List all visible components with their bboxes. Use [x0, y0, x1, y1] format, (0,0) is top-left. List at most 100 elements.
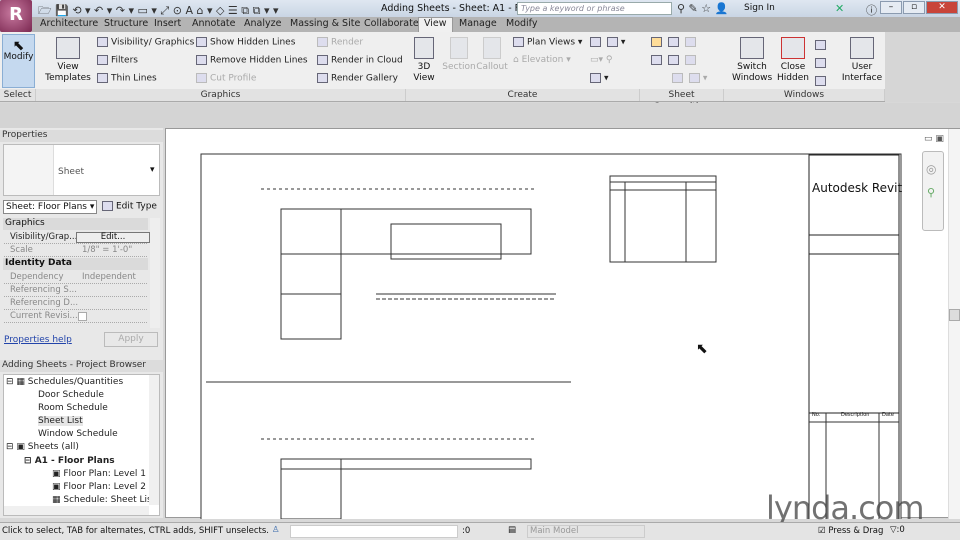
section-button[interactable]: Section	[442, 37, 476, 73]
tab-insert[interactable]: Insert	[154, 18, 181, 29]
callout-button[interactable]: Callout	[476, 37, 508, 73]
workset-dropdown[interactable]	[290, 525, 458, 538]
group-identity-data[interactable]: Identity Data	[3, 258, 148, 270]
tab-architecture[interactable]: Architecture	[40, 18, 98, 29]
elevation-button[interactable]: ⌂ Elevation ▾	[513, 55, 571, 65]
properties-help-link[interactable]: Properties help	[4, 335, 72, 345]
tree-item[interactable]: Door Schedule	[38, 390, 104, 400]
section-icon	[450, 37, 468, 59]
application-menu-button[interactable]: R	[0, 0, 32, 32]
panel-graphics: Graphics	[36, 89, 406, 101]
tab-manage[interactable]: Manage	[459, 18, 497, 29]
press-drag-checkbox[interactable]: ☑ Press & Drag	[818, 526, 883, 536]
drawing-canvas[interactable]: Autodesk Revit No. Description Date ⬉ ▭ …	[165, 128, 960, 527]
render-cloud-button[interactable]: Render in Cloud	[317, 55, 403, 66]
3d-view-button[interactable]: 3D View	[410, 37, 438, 84]
toolbar-spacer	[0, 103, 960, 128]
close-button[interactable]: ✕	[926, 1, 958, 14]
tab-annotate[interactable]: Annotate	[192, 18, 235, 29]
filters-button[interactable]: Filters	[97, 55, 138, 66]
exchange-icon[interactable]: ✕	[835, 2, 844, 15]
design-option-dropdown[interactable]: Main Model	[527, 525, 645, 538]
restore-button[interactable]: ▫	[903, 1, 925, 14]
browser-hscrollbar[interactable]	[4, 506, 149, 515]
show-hidden-lines-button[interactable]: Show Hidden Lines	[196, 37, 295, 48]
label: Show Hidden Lines	[210, 37, 296, 48]
design-options-icon[interactable]: ▤	[508, 525, 516, 535]
close-hidden-button[interactable]: Close Hidden	[775, 37, 811, 84]
navigation-bar[interactable]: ◎ ⚲	[922, 151, 944, 231]
zoom-icon[interactable]: ⚲	[927, 186, 939, 199]
selector-value: Sheet: Floor Plans	[6, 202, 87, 212]
mouse-cursor-icon: ⬉	[696, 341, 708, 357]
label: Plan Views	[527, 37, 576, 48]
tree-item[interactable]: ▣ Floor Plan: Level 1	[52, 469, 146, 479]
help-icon[interactable]: ⓘ	[866, 2, 877, 18]
tree-item[interactable]: ⊟ ▦ Schedules/Quantities	[6, 377, 123, 387]
project-browser-tree: ⊟ ▦ Schedules/Quantities Door Schedule R…	[3, 374, 160, 516]
minimize-button[interactable]: –	[880, 1, 902, 14]
render-gallery-button[interactable]: Render Gallery	[317, 73, 398, 84]
render-button[interactable]: Render	[317, 37, 363, 48]
user-interface-icon	[850, 37, 874, 59]
label: Render Gallery	[331, 73, 398, 84]
browser-scrollbar[interactable]	[149, 375, 159, 505]
tree-item[interactable]: ▦ Schedule: Sheet List	[52, 495, 155, 505]
edit-visibility-button[interactable]: Edit...	[76, 232, 150, 243]
tab-modify[interactable]: Modify	[506, 18, 537, 29]
worksets-icon[interactable]: ♙	[272, 525, 280, 535]
plan-views-button[interactable]: Plan Views ▾	[513, 37, 582, 48]
rev-header-date: Date	[882, 412, 894, 418]
revision-checkbox[interactable]	[78, 312, 87, 321]
schedules-button[interactable]: ▾	[590, 73, 609, 84]
panel-select: Select	[0, 89, 36, 101]
type-selector[interactable]: Sheet ▾	[3, 144, 160, 196]
apply-button[interactable]: Apply	[104, 332, 158, 347]
visibility-icon	[97, 37, 108, 47]
tab-collaborate[interactable]: Collaborate	[364, 18, 419, 29]
instance-filter-dropdown[interactable]: Sheet: Floor Plans ▾	[3, 200, 97, 214]
cursor-icon: ⬉	[12, 38, 25, 54]
tree-item-selected[interactable]: Sheet List	[38, 416, 83, 426]
duplicate-view-icons[interactable]: ▭▾ ⚲	[590, 55, 612, 65]
tree-item[interactable]: ⊟ ▣ Sheets (all)	[6, 442, 79, 452]
filter-icon[interactable]: ▽:0	[890, 525, 905, 535]
properties-scrollbar[interactable]	[150, 218, 160, 328]
window-arrange-icons[interactable]	[815, 36, 829, 90]
remove-hidden-lines-button[interactable]: Remove Hidden Lines	[196, 55, 308, 66]
label: Callout	[476, 62, 508, 72]
sheet-composition-row2[interactable]	[651, 55, 699, 66]
vertical-scrollbar[interactable]	[948, 129, 960, 519]
sheet-composition-row3[interactable]: ▾	[672, 73, 707, 84]
cut-profile-button[interactable]: Cut Profile	[196, 73, 256, 84]
edit-type-button[interactable]: Edit Type	[102, 201, 157, 212]
tree-item[interactable]: ⊟ A1 - Floor Plans	[24, 456, 115, 466]
search-input[interactable]: Type a keyword or phrase	[517, 2, 672, 15]
tab-structure[interactable]: Structure	[104, 18, 148, 29]
visibility-graphics-button[interactable]: Visibility/ Graphics	[97, 37, 194, 48]
tab-analyze[interactable]: Analyze	[244, 18, 281, 29]
group-graphics[interactable]: Graphics	[3, 218, 148, 230]
infocenter-icons[interactable]: ⚲ ✎ ☆ 👤	[677, 2, 728, 15]
tree-item[interactable]: ▣ Floor Plan: Level 2	[52, 482, 146, 492]
label: Windows	[732, 73, 773, 83]
thin-lines-button[interactable]: Thin Lines	[97, 73, 157, 84]
drafting-view-icons[interactable]: ▾	[590, 37, 625, 48]
filters-icon	[97, 55, 108, 65]
modify-label: Modify	[3, 52, 34, 62]
user-interface-button[interactable]: User Interface	[840, 37, 884, 84]
view-templates-button[interactable]: View Templates	[44, 37, 92, 84]
ribbon-empty-area	[885, 32, 960, 102]
sign-in-button[interactable]: Sign In	[744, 3, 775, 13]
sheet-composition-row1[interactable]	[651, 37, 699, 48]
switch-windows-button[interactable]: Switch Windows	[732, 37, 772, 84]
plan-views-icon	[513, 37, 524, 47]
tree-item[interactable]: Window Schedule	[38, 429, 118, 439]
teapot-icon	[317, 37, 328, 47]
modify-button[interactable]: ⬉ Modify	[2, 34, 35, 88]
tab-massing-site[interactable]: Massing & Site	[290, 18, 360, 29]
show-hidden-icon	[196, 37, 207, 47]
tab-view[interactable]: View	[418, 17, 453, 32]
steering-wheel-icon[interactable]: ◎	[926, 162, 940, 176]
tree-item[interactable]: Room Schedule	[38, 403, 108, 413]
